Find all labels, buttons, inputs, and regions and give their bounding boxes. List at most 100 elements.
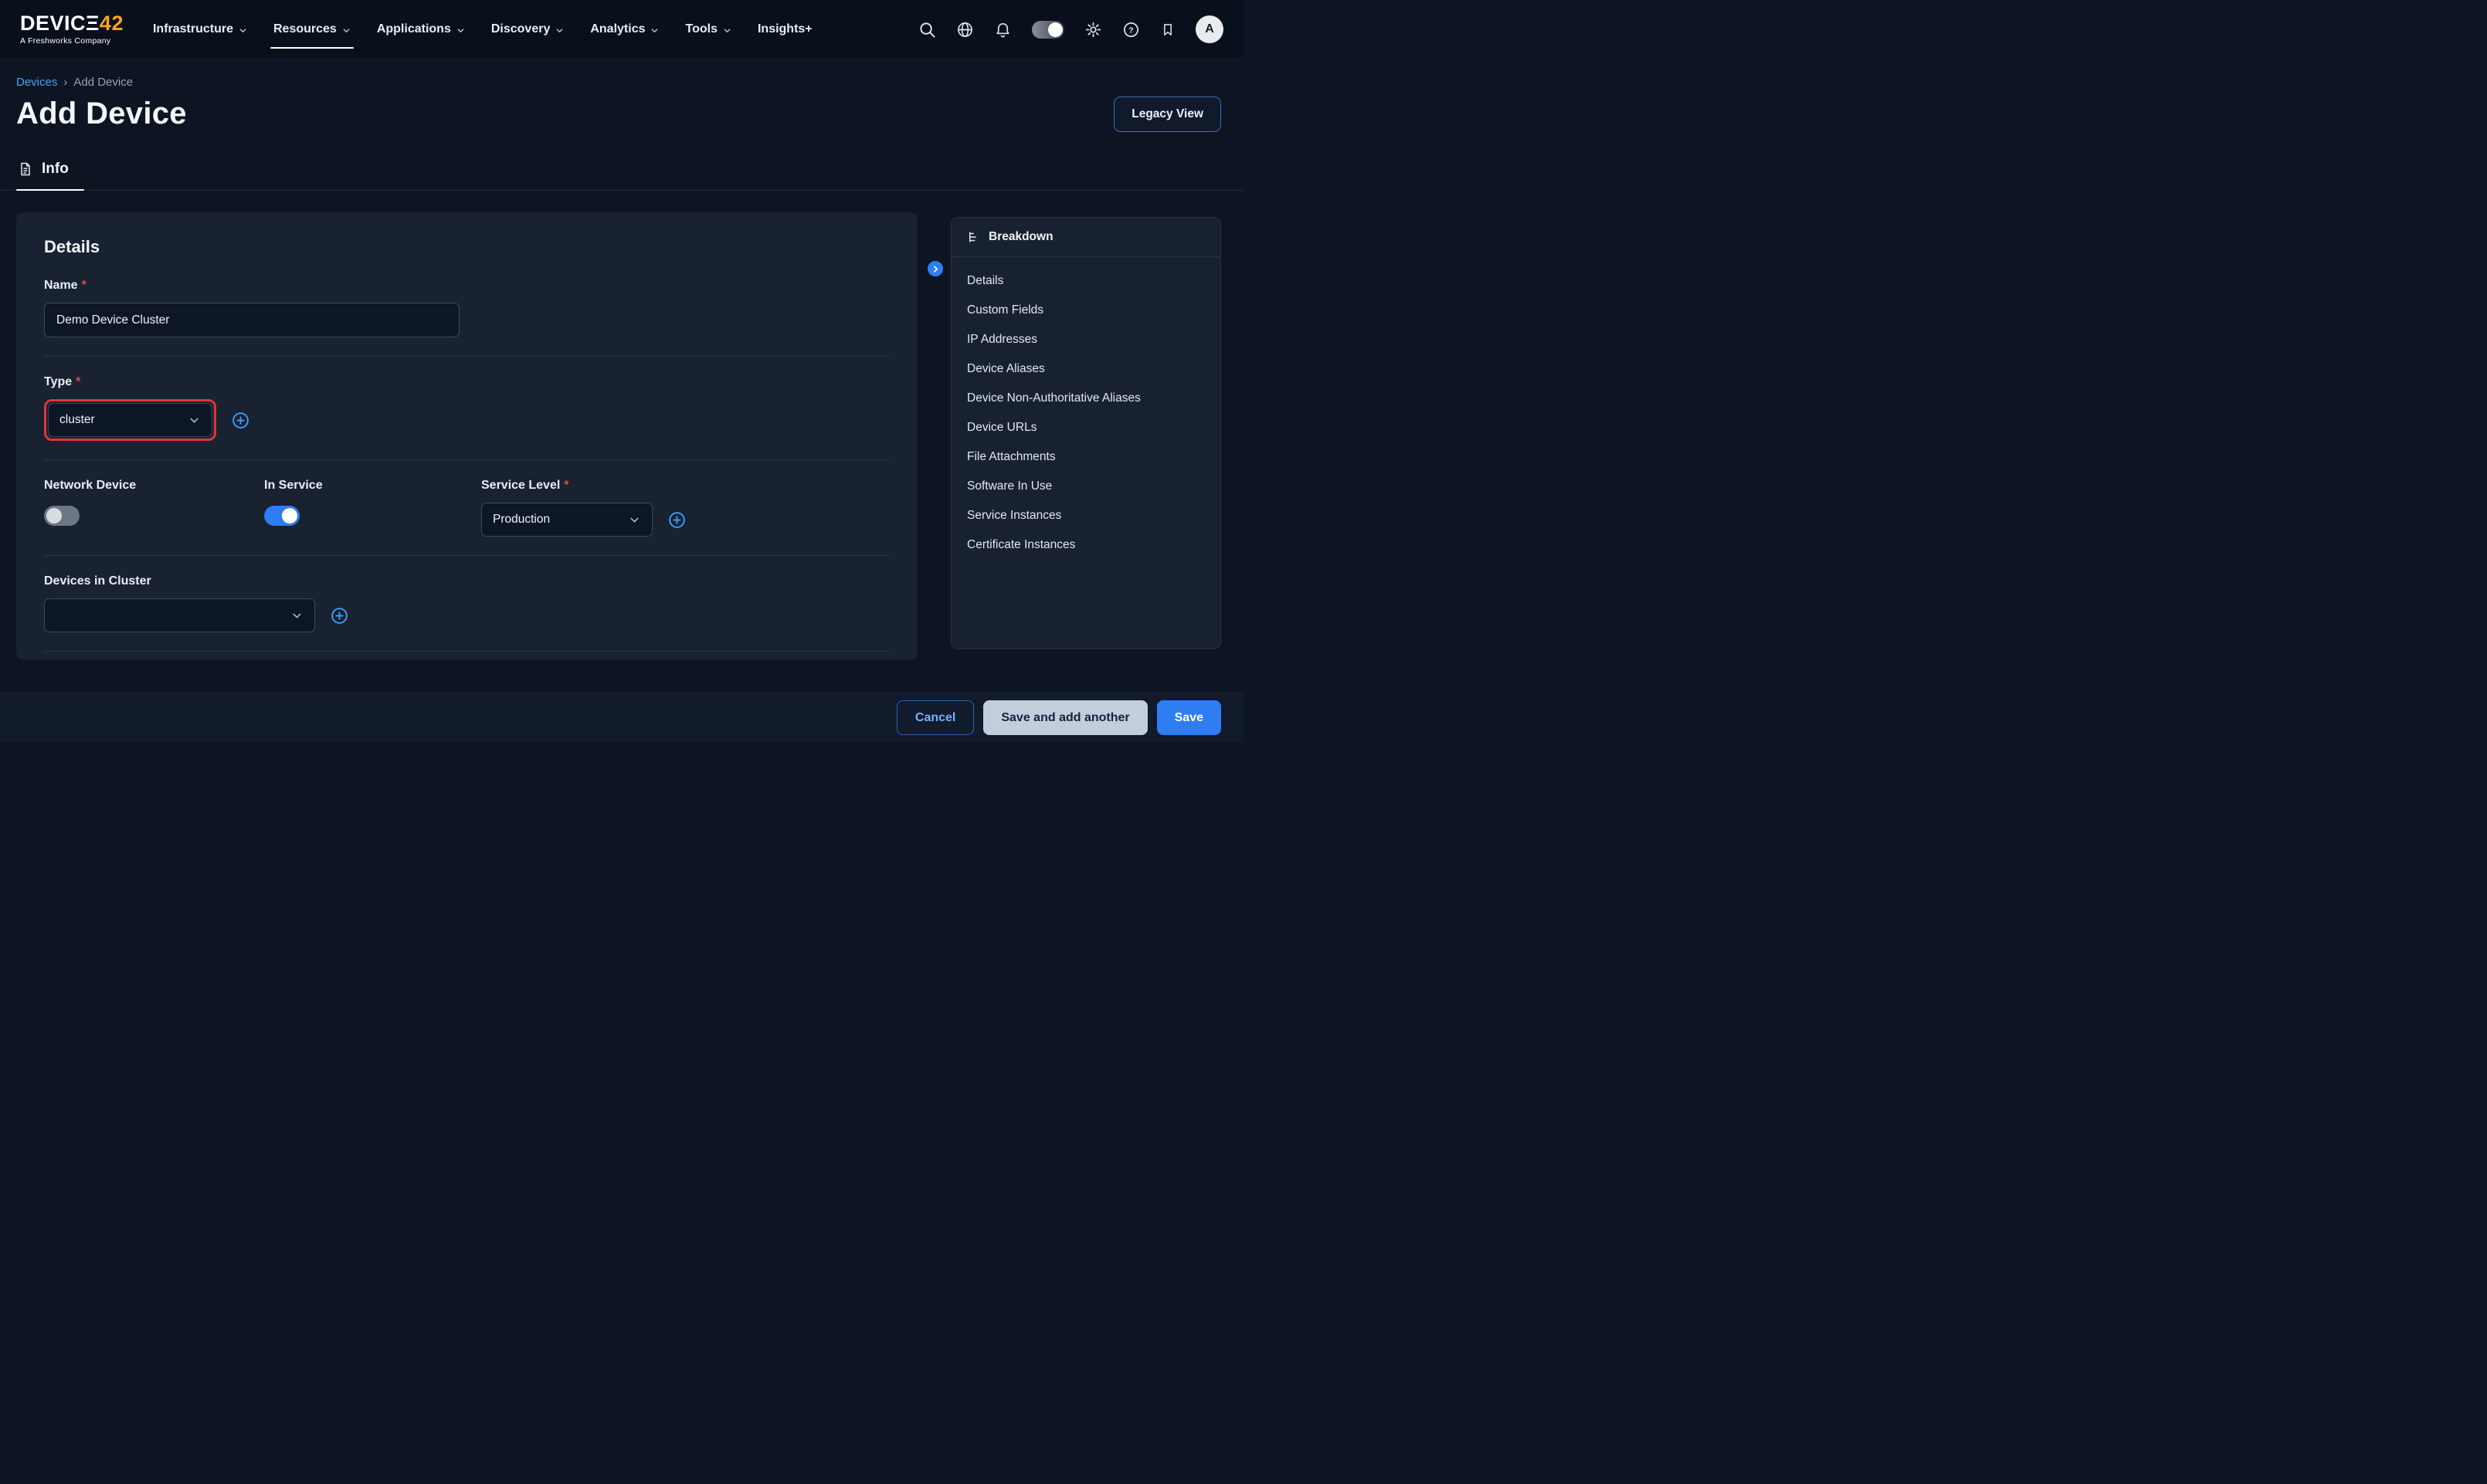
nav-item-tools[interactable]: Tools <box>685 18 731 41</box>
breakdown-title: Breakdown <box>989 230 1053 244</box>
nav-label: Insights+ <box>758 22 813 36</box>
name-input[interactable] <box>44 303 460 337</box>
divider <box>44 651 890 652</box>
toggle-knob <box>1048 22 1063 37</box>
tab-info-label: Info <box>42 161 69 178</box>
search-icon[interactable] <box>918 21 936 39</box>
tab-info[interactable]: Info <box>16 156 84 190</box>
required-marker: * <box>76 375 80 389</box>
breadcrumb: Devices › Add Device <box>16 76 1244 89</box>
devices-in-cluster-select[interactable] <box>44 598 315 632</box>
theme-toggle[interactable] <box>1032 21 1064 39</box>
toggle-knob <box>46 508 62 523</box>
breakdown-item-file-attachments[interactable]: File Attachments <box>952 442 1220 472</box>
divider <box>44 459 890 460</box>
breakdown-item-custom-fields[interactable]: Custom Fields <box>952 296 1220 325</box>
collapse-sidebar-button[interactable] <box>925 259 945 279</box>
nav-item-discovery[interactable]: Discovery <box>491 18 565 41</box>
required-marker: * <box>82 279 87 293</box>
breadcrumb-current: Add Device <box>73 76 133 89</box>
page-title: Add Device <box>16 97 1244 131</box>
breakdown-list-icon <box>967 230 981 244</box>
type-select[interactable]: cluster <box>48 403 212 437</box>
chevron-down-icon <box>290 609 304 622</box>
label-text: In Service <box>264 479 323 493</box>
breakdown-item-device-non-authoritative-aliases[interactable]: Device Non-Authoritative Aliases <box>952 384 1220 413</box>
chevron-down-icon <box>723 26 731 35</box>
logo-main: DEVIC <box>20 12 86 35</box>
label-text: Devices in Cluster <box>44 574 151 588</box>
breakdown-header: Breakdown <box>952 218 1220 257</box>
breakdown-item-service-instances[interactable]: Service Instances <box>952 501 1220 530</box>
type-select-highlight-box: cluster <box>44 399 216 441</box>
in-service-toggle[interactable] <box>264 506 300 526</box>
divider <box>44 555 890 556</box>
globe-icon[interactable] <box>956 21 974 39</box>
top-nav-bar: DEVICΞ42 A Freshworks Company Infrastruc… <box>0 0 1244 59</box>
main-nav: Infrastructure Resources Applications Di… <box>153 18 813 41</box>
service-level-label: Service Level * <box>481 479 687 493</box>
nav-item-applications[interactable]: Applications <box>377 18 465 41</box>
label-text: Service Level <box>481 479 560 493</box>
chevron-down-icon <box>456 26 465 35</box>
nav-label: Infrastructure <box>153 22 233 36</box>
add-type-button[interactable] <box>231 411 250 430</box>
device42-logo[interactable]: DEVICΞ42 A Freshworks Company <box>20 13 124 46</box>
breadcrumb-devices-link[interactable]: Devices <box>16 76 57 89</box>
header-actions: ? A <box>918 15 1223 43</box>
logo-stylized-e: Ξ <box>86 12 100 35</box>
help-icon[interactable]: ? <box>1122 21 1140 39</box>
devices-in-cluster-label: Devices in Cluster <box>44 574 890 588</box>
tab-bar: Info <box>0 156 1244 191</box>
save-and-add-another-button[interactable]: Save and add another <box>983 700 1147 735</box>
cancel-button[interactable]: Cancel <box>897 700 974 735</box>
logo-text: DEVICΞ42 <box>20 13 124 34</box>
breakdown-item-device-aliases[interactable]: Device Aliases <box>952 354 1220 384</box>
add-service-level-button[interactable] <box>667 510 687 530</box>
label-text: Network Device <box>44 479 136 493</box>
breakdown-sidebar: Breakdown Details Custom Fields IP Addre… <box>951 217 1221 649</box>
logo-accent: 42 <box>100 12 124 35</box>
chevron-down-icon <box>342 26 351 35</box>
name-field-label: Name * <box>44 279 890 293</box>
required-marker: * <box>564 479 568 493</box>
details-form-card: Details Name * Type * cluster Network Devi… <box>16 212 918 660</box>
notifications-bell-icon[interactable] <box>994 21 1012 39</box>
chevron-down-icon <box>650 26 659 35</box>
section-title: Details <box>44 237 890 257</box>
breakdown-item-ip-addresses[interactable]: IP Addresses <box>952 325 1220 354</box>
breakdown-item-device-urls[interactable]: Device URLs <box>952 413 1220 442</box>
nav-label: Discovery <box>491 22 551 36</box>
nav-label: Applications <box>377 22 451 36</box>
svg-text:?: ? <box>1128 25 1133 35</box>
breakdown-item-software-in-use[interactable]: Software In Use <box>952 472 1220 501</box>
save-button[interactable]: Save <box>1157 700 1221 735</box>
breadcrumb-separator: › <box>63 76 67 89</box>
chevron-right-icon <box>931 264 941 274</box>
nav-label: Analytics <box>590 22 645 36</box>
service-level-select[interactable]: Production <box>481 503 653 537</box>
add-device-to-cluster-button[interactable] <box>330 606 349 625</box>
breakdown-item-details[interactable]: Details <box>952 266 1220 296</box>
type-field-label: Type * <box>44 375 890 389</box>
chevron-down-icon <box>239 26 247 35</box>
nav-label: Resources <box>273 22 337 36</box>
legacy-view-button[interactable]: Legacy View <box>1114 97 1221 132</box>
breakdown-item-certificate-instances[interactable]: Certificate Instances <box>952 530 1220 560</box>
nav-item-infrastructure[interactable]: Infrastructure <box>153 18 247 41</box>
toggle-knob <box>282 508 297 523</box>
document-icon <box>18 161 33 177</box>
nav-item-insights[interactable]: Insights+ <box>758 18 813 41</box>
content-area: Details Name * Type * cluster Network Devi… <box>0 212 1244 660</box>
user-avatar[interactable]: A <box>1196 15 1223 43</box>
label-text: Name <box>44 279 78 293</box>
action-bar: Cancel Save and add another Save <box>0 693 1244 742</box>
chevron-down-icon <box>555 26 564 35</box>
nav-item-resources[interactable]: Resources <box>273 18 351 41</box>
bookmark-icon[interactable] <box>1160 21 1176 39</box>
network-device-toggle[interactable] <box>44 506 80 526</box>
nav-item-analytics[interactable]: Analytics <box>590 18 659 41</box>
settings-gear-icon[interactable] <box>1084 21 1102 39</box>
logo-tagline: A Freshworks Company <box>20 37 124 46</box>
label-text: Type <box>44 375 72 389</box>
